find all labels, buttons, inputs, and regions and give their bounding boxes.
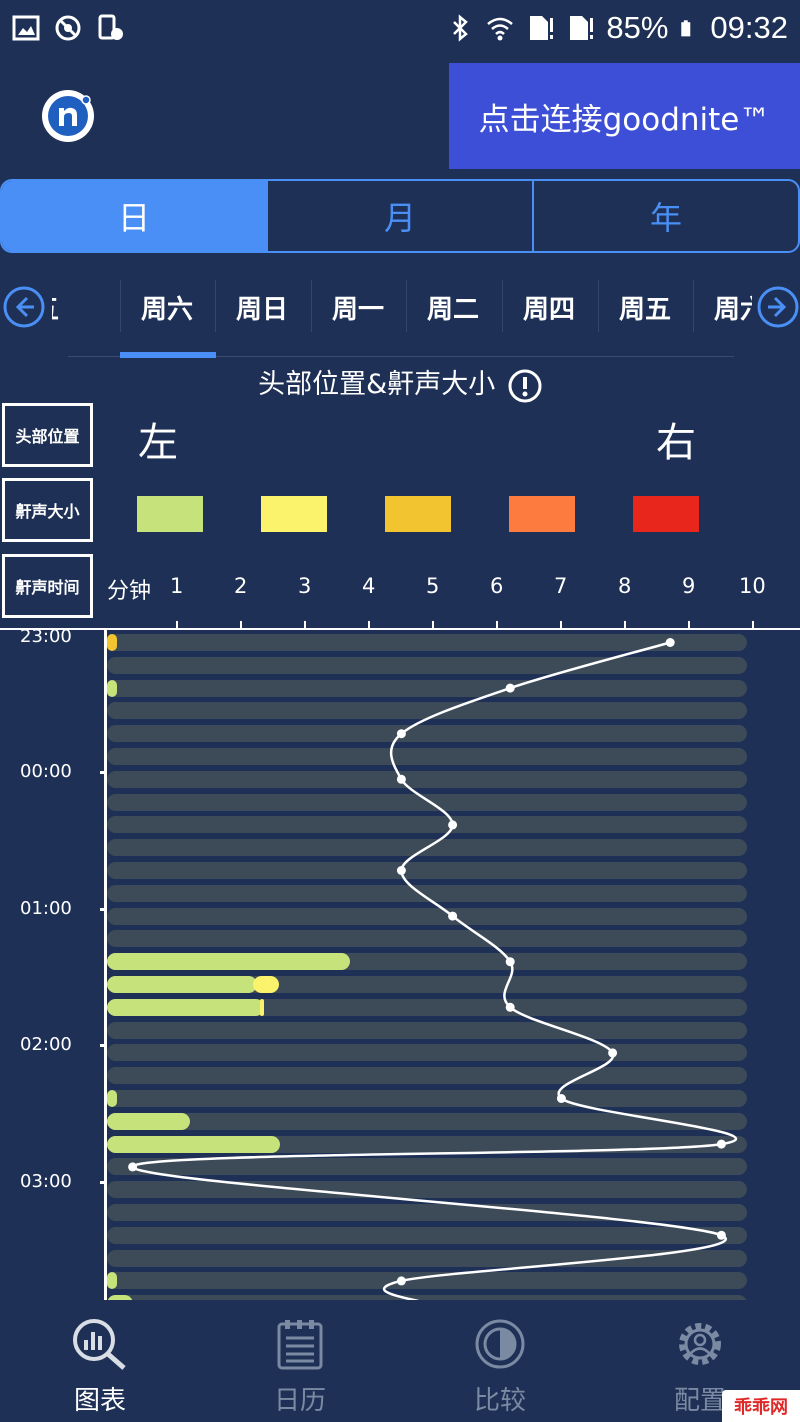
minute-tick-label: 1 [170, 574, 184, 598]
battery-percent: 85% [606, 10, 669, 45]
tab-day[interactable]: 日 [2, 181, 268, 251]
day-item[interactable]: 周日 [215, 270, 309, 344]
minute-tick-label: 9 [682, 574, 696, 598]
day-item-active[interactable]: 周六 [120, 270, 214, 344]
nav-chart-label: 图表 [73, 1386, 126, 1416]
snore-volume-label: 鼾声大小 [2, 478, 93, 542]
snore-time-label: 鼾声时间 [2, 554, 93, 618]
day-list: 周五 周六 周日 周一 周二 周四 周五 周六 [52, 270, 752, 360]
sim1-icon [530, 16, 554, 40]
nav-compare-label: 比较 [473, 1386, 526, 1416]
clock-time: 09:32 [710, 10, 788, 45]
minute-tick-label: 8 [618, 574, 632, 598]
head-position-point [396, 866, 406, 875]
nav-settings-label: 配置 [673, 1386, 726, 1416]
image-notification-icon [12, 15, 40, 41]
head-position-point [505, 683, 515, 693]
active-day-indicator [120, 352, 216, 358]
volume-swatch [261, 496, 327, 532]
minute-tick-label: 6 [490, 574, 504, 598]
head-position-line [131, 641, 737, 1300]
settings-gear-icon [679, 1323, 721, 1365]
device-notification-icon [98, 14, 123, 40]
day-item[interactable]: 周六 [693, 270, 752, 344]
day-item[interactable]: 周一 [311, 270, 405, 344]
head-position-point [608, 1048, 618, 1058]
volume-swatch [385, 496, 451, 532]
head-position-label: 头部位置 [2, 403, 93, 467]
nav-chart[interactable]: 图表 [0, 1300, 200, 1422]
wifi-icon [487, 17, 514, 41]
bottom-nav: 图表 日历 比较 配置 [0, 1300, 800, 1422]
sim2-icon [570, 16, 594, 40]
watermark-logo: 乖乖网 [722, 1390, 800, 1422]
chart-search-icon [73, 1319, 126, 1370]
volume-swatch [137, 496, 203, 532]
minute-tick-label: 3 [298, 574, 312, 598]
nav-calendar-label: 日历 [273, 1386, 326, 1416]
next-arrow-icon[interactable] [757, 286, 799, 328]
head-position-curve [128, 638, 737, 1300]
left-label: 左 [138, 420, 178, 466]
minute-tick-label: 5 [426, 574, 440, 598]
head-position-point [556, 1094, 566, 1103]
day-item[interactable]: 周五 [598, 270, 692, 344]
head-position-point [448, 820, 458, 830]
head-position-point [396, 729, 406, 739]
minute-tick-label: 10 [739, 574, 766, 598]
head-position-point [505, 1002, 515, 1012]
battery-icon [681, 20, 691, 37]
compare-icon [475, 1319, 525, 1369]
head-position-point [505, 957, 515, 967]
volume-swatch [509, 496, 575, 532]
head-position-point [396, 774, 406, 784]
head-position-point [396, 1276, 406, 1286]
period-tabs: 日 月 年 [0, 179, 800, 253]
minute-unit-label: 分钟 [107, 579, 152, 604]
connect-device-button[interactable]: 点击连接goodnite™ [449, 63, 800, 169]
bluetooth-icon [453, 14, 469, 42]
day-item[interactable]: 周二 [406, 270, 500, 344]
chart-title: 头部位置&鼾声大小 [0, 362, 800, 403]
day-selector: 周五 周六 周日 周一 周二 周四 周五 周六 [0, 270, 800, 360]
nav-compare[interactable]: 比较 [400, 1300, 600, 1422]
head-position-point [128, 1162, 138, 1172]
head-position-point [665, 638, 675, 647]
info-icon[interactable] [508, 369, 542, 403]
chart-title-text: 头部位置&鼾声大小 [258, 369, 496, 400]
sleep-chart: 23:00 00:00 01:00 02:00 03:00 [0, 630, 800, 1300]
goodnite-logo [42, 90, 94, 142]
tab-month[interactable]: 月 [268, 181, 534, 251]
volume-swatch [633, 496, 699, 532]
minute-tick-label: 2 [234, 574, 248, 598]
day-item[interactable]: 周四 [502, 270, 596, 344]
day-item[interactable]: 周五 [52, 270, 80, 344]
head-position-point [448, 911, 458, 921]
nav-calendar[interactable]: 日历 [200, 1300, 400, 1422]
blocked-notification-icon [55, 15, 81, 41]
minute-tick-label: 4 [362, 574, 376, 598]
minute-tick-label: 7 [554, 574, 568, 598]
head-position-point [716, 1230, 726, 1240]
tab-year[interactable]: 年 [534, 181, 798, 251]
head-position-point [716, 1139, 726, 1149]
right-label: 右 [656, 420, 696, 466]
calendar-icon [277, 1320, 323, 1370]
status-bar: 85% 09:32 [0, 0, 800, 56]
prev-arrow-icon[interactable] [3, 286, 45, 328]
